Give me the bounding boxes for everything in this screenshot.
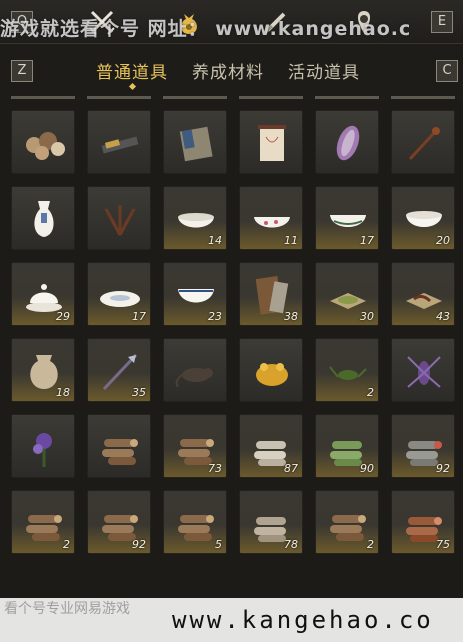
inventory-slot[interactable]: 11 [239, 186, 303, 250]
inventory-slot[interactable] [391, 338, 455, 402]
inventory-slot[interactable] [163, 338, 227, 402]
logs-icon [178, 515, 214, 541]
inventory-grid: 14 11 17 20 29 17 23 38 30 43 18 35 2 73 87 90 92 2 92 5 78 2… [0, 96, 463, 598]
inventory-slot[interactable]: 35 [87, 338, 151, 402]
inventory-slot[interactable]: 92 [391, 414, 455, 478]
item-count: 14 [208, 234, 222, 247]
logs-icon [26, 515, 62, 541]
item-count: 78 [284, 538, 298, 551]
item-count: 2 [367, 538, 374, 551]
item-count: 43 [436, 310, 450, 323]
tab-cultivation-materials[interactable]: 养成材料 [192, 58, 264, 83]
inventory-slot[interactable]: 2 [11, 490, 75, 554]
item-count: 2 [63, 538, 70, 551]
inventory-slot[interactable] [87, 110, 151, 174]
item-count: 73 [208, 462, 222, 475]
inventory-slot[interactable]: 78 [239, 490, 303, 554]
row-divider [11, 96, 75, 99]
inventory-slot[interactable]: 2 [315, 338, 379, 402]
tab-event-items[interactable]: 活动道具 [288, 58, 360, 83]
inventory-slot[interactable]: 73 [163, 414, 227, 478]
inventory-slot[interactable] [11, 110, 75, 174]
logs-icon [330, 515, 366, 541]
inventory-slot[interactable]: 14 [163, 186, 227, 250]
inventory-slot[interactable]: 87 [239, 414, 303, 478]
row-divider [87, 96, 151, 99]
inventory-slot[interactable] [239, 110, 303, 174]
item-count: 20 [436, 234, 450, 247]
inventory-slot[interactable]: 90 [315, 414, 379, 478]
inventory-slot[interactable]: 17 [87, 262, 151, 326]
active-tab-indicator [128, 82, 137, 91]
rat-icon [175, 368, 213, 388]
golden-toad-icon [256, 363, 288, 386]
top-watermark: 游戏就选看个号 网址： www.kangehao.c [0, 18, 412, 40]
inventory-slot[interactable] [163, 110, 227, 174]
inventory-slot[interactable]: 17 [315, 186, 379, 250]
inventory-slot[interactable]: 75 [391, 490, 455, 554]
item-count: 18 [56, 386, 70, 399]
key-z-hint[interactable]: Z [11, 60, 33, 82]
book-icon [179, 126, 213, 162]
inventory-slot[interactable] [391, 110, 455, 174]
logs-icon [102, 439, 138, 465]
watermark-text: 看个号专业网易游戏 [4, 601, 130, 617]
watermark-url: www.kangehao.co [172, 606, 434, 634]
item-count: 29 [56, 310, 70, 323]
mushrooms-icon [26, 132, 65, 160]
inventory-slot[interactable] [239, 338, 303, 402]
row-divider [315, 96, 379, 99]
white-vase-icon [34, 201, 54, 237]
inventory-slot[interactable] [11, 186, 75, 250]
item-count: 38 [284, 310, 298, 323]
inventory-slot[interactable]: 5 [163, 490, 227, 554]
item-count: 17 [360, 234, 374, 247]
inventory-slot[interactable] [11, 414, 75, 478]
inventory-slot[interactable]: 18 [11, 338, 75, 402]
inventory-slot[interactable]: 23 [163, 262, 227, 326]
row-divider [239, 96, 303, 99]
inventory-slot[interactable] [87, 414, 151, 478]
tab-common-items[interactable]: 普通道具 [96, 58, 168, 83]
inventory-slot[interactable] [87, 186, 151, 250]
cricket-icon [329, 366, 367, 380]
item-count: 23 [208, 310, 222, 323]
top-icon-bar: Q E 游戏就选看个号 网址： www.kangehao.c [0, 0, 463, 44]
inventory-slot[interactable]: 38 [239, 262, 303, 326]
item-count: 90 [360, 462, 374, 475]
dried-herb-icon [104, 205, 136, 236]
row-divider [163, 96, 227, 99]
inventory-slot[interactable]: 43 [391, 262, 455, 326]
hairpin-icon [408, 127, 440, 161]
item-count: 2 [367, 386, 374, 399]
inventory-slot[interactable]: 92 [87, 490, 151, 554]
inventory-slot[interactable]: 29 [11, 262, 75, 326]
painting-scroll-icon [258, 125, 286, 161]
item-count: 11 [284, 234, 298, 247]
item-count: 87 [284, 462, 298, 475]
ink-stick-icon [101, 136, 139, 154]
item-count: 92 [436, 462, 450, 475]
inventory-slot[interactable]: 30 [315, 262, 379, 326]
purple-insect-icon [407, 356, 441, 388]
bottom-watermark: 看个号专业网易游戏 www.kangehao.co [0, 598, 463, 642]
inventory-slot[interactable]: 20 [391, 186, 455, 250]
category-tabs: Z C 普通道具 养成材料 活动道具 [0, 44, 463, 100]
purple-flower-icon [33, 433, 52, 467]
item-count: 75 [436, 538, 450, 551]
item-count: 30 [360, 310, 374, 323]
row-divider [391, 96, 455, 99]
yarn-skein-icon [336, 125, 360, 161]
inventory-slot[interactable]: 2 [315, 490, 379, 554]
item-count: 17 [132, 310, 146, 323]
key-c-hint[interactable]: C [436, 60, 458, 82]
inventory-slot[interactable] [315, 110, 379, 174]
item-count: 5 [215, 538, 222, 551]
item-count: 35 [132, 386, 146, 399]
item-count: 92 [132, 538, 146, 551]
